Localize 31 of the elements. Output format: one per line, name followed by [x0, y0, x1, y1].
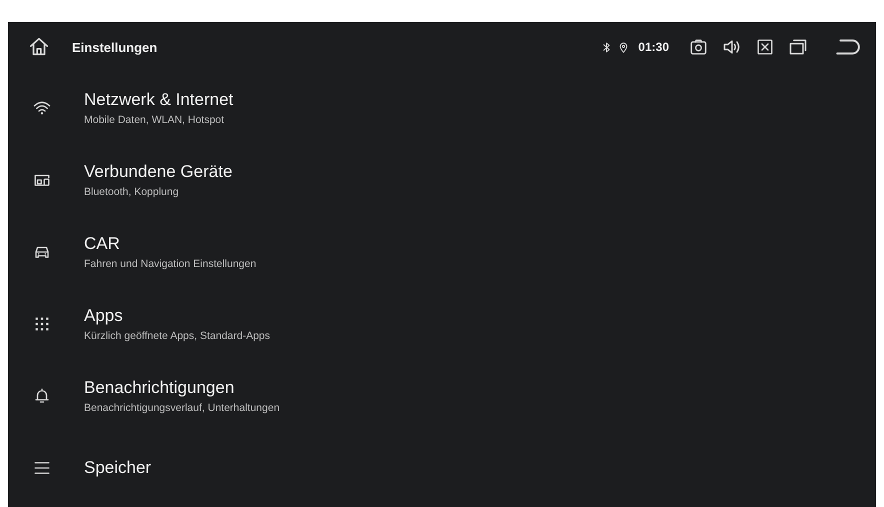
recent-apps-button[interactable]	[788, 37, 808, 57]
home-button[interactable]	[28, 36, 50, 58]
settings-item[interactable]: Netzwerk & Internet Mobile Daten, WLAN, Hotspot	[8, 72, 876, 144]
storage-icon	[33, 459, 51, 477]
settings-item[interactable]: Speicher	[8, 432, 876, 504]
item-title: Netzwerk & Internet	[84, 90, 234, 110]
settings-item[interactable]: Verbundene Geräte Bluetooth, Kopplung	[8, 144, 876, 216]
item-subtitle: Kürzlich geöffnete Apps, Standard-Apps	[84, 330, 270, 342]
screen-title: Einstellungen	[72, 40, 158, 54]
settings-item[interactable]: Benachrichtigungen Benachrichtigungsverlauf, Unterhaltungen	[8, 360, 876, 432]
item-subtitle: Mobile Daten, WLAN, Hotspot	[84, 114, 226, 126]
item-title: Apps	[84, 306, 124, 326]
close-button[interactable]	[756, 38, 774, 56]
camera-icon	[689, 38, 708, 56]
grid-icon	[33, 315, 51, 333]
item-title: Benachrichtigungen	[84, 378, 236, 398]
clock-time: 01:30	[638, 40, 669, 54]
item-title: Speicher	[84, 458, 152, 478]
item-subtitle: Bluetooth, Kopplung	[84, 186, 180, 198]
bell-icon	[33, 387, 51, 405]
close-box-icon	[756, 38, 774, 56]
item-title: CAR	[84, 234, 121, 254]
item-title: Verbundene Geräte	[84, 162, 232, 182]
home-icon	[28, 36, 50, 58]
settings-item[interactable]: CAR Fahren und Navigation Einstellungen	[8, 216, 876, 288]
item-subtitle: Benachrichtigungsverlauf, Unterhaltungen	[84, 402, 280, 414]
screenshot-button[interactable]	[689, 38, 708, 56]
item-subtitle: Fahren und Navigation Einstellungen	[84, 258, 256, 270]
recent-apps-icon	[788, 37, 808, 57]
wifi-icon	[33, 99, 51, 117]
settings-item[interactable]: Apps Kürzlich geöffnete Apps, Standard-Apps	[8, 288, 876, 360]
